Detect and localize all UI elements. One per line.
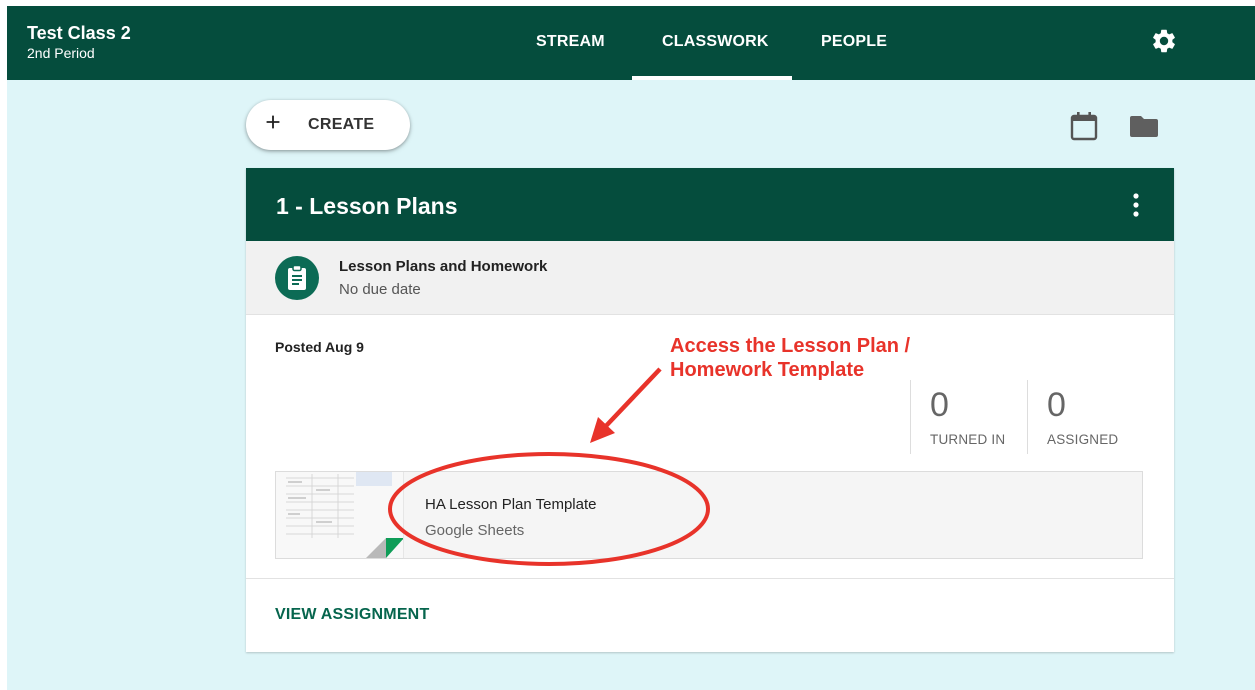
sheet-preview-icon bbox=[286, 472, 403, 558]
assignment-title: Lesson Plans and Homework bbox=[339, 258, 548, 275]
turned-in-label: TURNED IN bbox=[930, 432, 1006, 447]
plus-icon bbox=[266, 115, 280, 129]
attachment-card[interactable]: HA Lesson Plan Template Google Sheets bbox=[275, 471, 1143, 559]
assigned-count[interactable]: 0 bbox=[1047, 386, 1066, 425]
sheet-thumbnail bbox=[276, 472, 404, 558]
stat-divider bbox=[1027, 380, 1028, 454]
active-tab-indicator bbox=[632, 76, 792, 80]
top-app-bar: Test Class 2 2nd Period STREAM CLASSWORK… bbox=[7, 6, 1255, 80]
more-vert-icon[interactable] bbox=[1129, 192, 1143, 218]
assigned-label: ASSIGNED bbox=[1047, 432, 1119, 447]
class-title[interactable]: Test Class 2 bbox=[27, 23, 131, 43]
classroom-window: Test Class 2 2nd Period STREAM CLASSWORK… bbox=[7, 6, 1255, 690]
topic-title: 1 - Lesson Plans bbox=[276, 193, 458, 219]
view-assignment-link[interactable]: VIEW ASSIGNMENT bbox=[275, 606, 429, 624]
tab-people[interactable]: PEOPLE bbox=[821, 32, 887, 52]
attachment-type: Google Sheets bbox=[425, 522, 525, 539]
posted-date: Posted Aug 9 bbox=[275, 339, 364, 355]
turned-in-count[interactable]: 0 bbox=[930, 386, 949, 425]
attachment-title: HA Lesson Plan Template bbox=[425, 496, 597, 513]
annotation-callout: Access the Lesson Plan / Homework Templa… bbox=[670, 334, 970, 382]
tab-classwork[interactable]: CLASSWORK bbox=[662, 32, 769, 52]
stat-divider bbox=[910, 380, 911, 454]
create-button[interactable]: CREATE bbox=[246, 100, 410, 150]
assignment-due-date: No due date bbox=[339, 281, 421, 298]
topic-card: 1 - Lesson Plans Lesson Plans and Homewo… bbox=[246, 168, 1174, 652]
calendar-icon[interactable] bbox=[1070, 111, 1098, 141]
class-subtitle: 2nd Period bbox=[27, 45, 95, 61]
folder-icon[interactable] bbox=[1129, 114, 1159, 138]
annotation-line-2: Homework Template bbox=[670, 359, 865, 381]
gear-icon[interactable] bbox=[1150, 27, 1178, 55]
assignment-row[interactable]: Lesson Plans and Homework No due date bbox=[246, 241, 1174, 315]
assignment-icon bbox=[275, 256, 319, 300]
tab-stream[interactable]: STREAM bbox=[536, 32, 605, 52]
create-button-label: CREATE bbox=[308, 116, 375, 133]
topic-header: 1 - Lesson Plans bbox=[246, 168, 1174, 241]
card-divider bbox=[246, 578, 1174, 579]
annotation-line-1: Access the Lesson Plan / bbox=[670, 335, 911, 357]
